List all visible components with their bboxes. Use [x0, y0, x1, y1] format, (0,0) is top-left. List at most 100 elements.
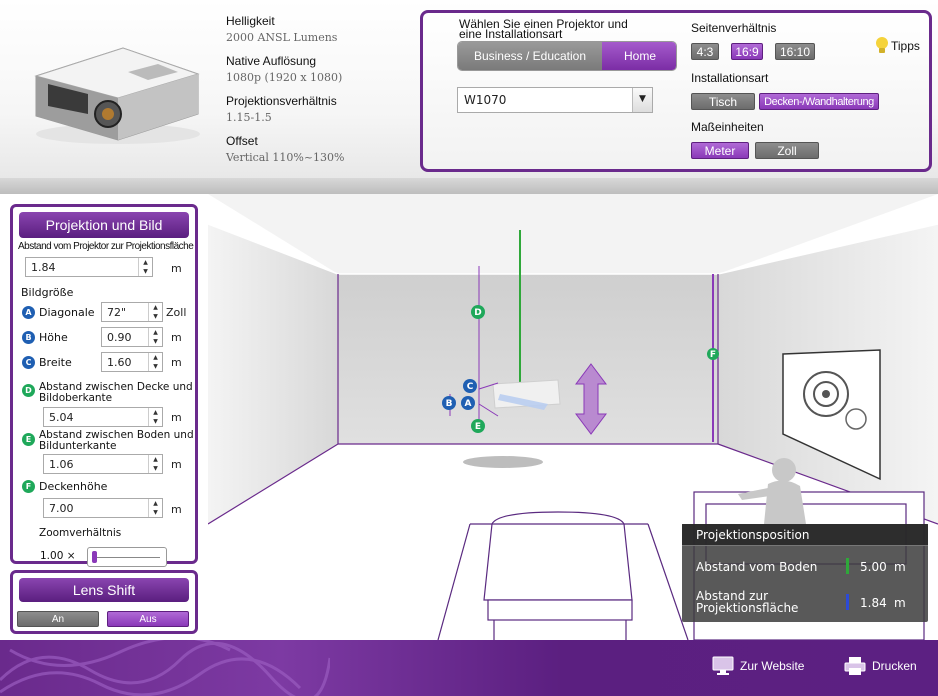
width-input[interactable]: 1.60 ▲ ▼	[101, 352, 163, 372]
zoom-value: 1.00 ×	[40, 550, 76, 562]
stepper-down-icon[interactable]: ▼	[149, 337, 162, 346]
select-title-line2: eine Installationsart	[459, 27, 563, 41]
ceiling-height-label: Deckenhöhe	[39, 480, 108, 493]
header: Helligkeit 2000 ANSL Lumens Native Auflö…	[0, 0, 938, 188]
install-ceiling-wall-button[interactable]: Decken-/Wandhalterung	[759, 93, 879, 110]
segment-home[interactable]: Home	[602, 42, 676, 70]
projector-model-select[interactable]: W1070 ▼	[457, 87, 653, 113]
distance-label: Abstand vom Projektor zur Projektionsflä…	[18, 241, 194, 252]
units-title: Maßeinheiten	[691, 120, 764, 134]
ceiling-top-unit: m	[171, 411, 182, 424]
stepper-down-icon[interactable]: ▼	[149, 312, 162, 321]
print-button-label: Drucken	[872, 659, 917, 673]
scene-marker-d-label: D	[474, 308, 481, 318]
ceiling-height-value: 7.00	[49, 502, 74, 515]
height-stepper[interactable]: ▲ ▼	[148, 328, 162, 346]
width-value: 1.60	[107, 356, 132, 369]
spec-resolution-label: Native Auflösung	[226, 54, 317, 68]
ceiling-top-input[interactable]: 5.04 ▲ ▼	[43, 407, 163, 427]
projector-image	[34, 47, 200, 144]
lens-shift-on-button[interactable]: An	[17, 611, 99, 627]
install-table-button[interactable]: Tisch	[691, 93, 755, 110]
aspect-16-9-button[interactable]: 16:9	[731, 43, 763, 60]
lens-shift-off-button[interactable]: Aus	[107, 611, 189, 627]
spec-brightness-value: 2000 ANSL Lumens	[226, 31, 338, 44]
projection-panel-title: Projektion und Bild	[19, 212, 189, 238]
unit-meter-button[interactable]: Meter	[691, 142, 749, 159]
spec-offset-value: Vertical 110%~130%	[226, 151, 345, 164]
stepper-down-icon[interactable]: ▼	[149, 464, 162, 473]
stepper-up-icon[interactable]: ▲	[149, 303, 162, 312]
floor-bottom-value: 1.06	[49, 458, 74, 471]
aspect-title: Seitenverhältnis	[691, 21, 777, 35]
height-input[interactable]: 0.90 ▲ ▼	[101, 327, 163, 347]
footer-decoration	[0, 640, 330, 696]
lightbulb-icon	[876, 37, 888, 53]
floor-distance-color-bar	[846, 558, 849, 574]
height-value: 0.90	[107, 331, 132, 344]
distance-input[interactable]: 1.84 ▲ ▼	[25, 257, 153, 277]
diagonal-unit: Zoll	[166, 306, 187, 319]
marker-e-icon: E	[22, 433, 35, 446]
screen-distance-value: 1.84	[860, 596, 887, 610]
website-link[interactable]: Zur Website	[712, 656, 804, 676]
marker-a-icon: A	[22, 306, 35, 319]
scene-marker-a-label: A	[465, 399, 472, 409]
ceiling-height-stepper[interactable]: ▲ ▼	[148, 499, 162, 517]
tips-label: Tipps	[891, 39, 920, 53]
config-panel: Wählen Sie einen Projektor und eine Inst…	[420, 10, 932, 172]
header-divider	[0, 178, 938, 194]
image-size-label: Bildgröße	[21, 286, 74, 299]
stepper-up-icon[interactable]: ▲	[149, 499, 162, 508]
projection-panel: Projektion und Bild Abstand vom Projekto…	[10, 204, 198, 567]
tips-button[interactable]: Tipps	[875, 37, 920, 55]
aspect-16-10-button[interactable]: 16:10	[775, 43, 815, 60]
ceiling-top-stepper[interactable]: ▲ ▼	[148, 408, 162, 426]
spec-offset: Offset Vertical 110%~130%	[226, 134, 345, 164]
chevron-down-icon[interactable]: ▼	[632, 88, 652, 112]
spec-resolution: Native Auflösung 1080p (1920 x 1080)	[226, 54, 342, 84]
floor-distance-unit: m	[894, 560, 906, 574]
print-button[interactable]: Drucken	[844, 656, 917, 676]
footer: Zur Website Drucken	[0, 640, 938, 696]
diagonal-stepper[interactable]: ▲ ▼	[148, 303, 162, 321]
unit-inch-button[interactable]: Zoll	[755, 142, 819, 159]
stepper-up-icon[interactable]: ▲	[139, 258, 152, 267]
floor-bottom-input[interactable]: 1.06 ▲ ▼	[43, 454, 163, 474]
stepper-up-icon[interactable]: ▲	[149, 455, 162, 464]
ceiling-top-label-2: Bildoberkante	[39, 392, 113, 404]
segment-business-education[interactable]: Business / Education	[458, 42, 602, 70]
floor-distance-label: Abstand vom Boden	[696, 560, 818, 574]
marker-f-icon: F	[22, 480, 35, 493]
stepper-up-icon[interactable]: ▲	[149, 328, 162, 337]
installation-type-switch: Business / Education Home	[457, 41, 677, 71]
stepper-down-icon[interactable]: ▼	[139, 267, 152, 276]
stepper-down-icon[interactable]: ▼	[149, 508, 162, 517]
spec-ratio: Projektionsverhältnis 1.15-1.5	[226, 94, 337, 124]
diagonal-input[interactable]: 72" ▲ ▼	[101, 302, 163, 322]
projection-position-panel: Projektionsposition Abstand vom Boden 5.…	[682, 524, 928, 622]
marker-b-icon: B	[22, 331, 35, 344]
diagonal-value: 72"	[107, 306, 127, 319]
zoom-slider[interactable]	[87, 547, 167, 567]
back-wall	[338, 274, 718, 444]
distance-value: 1.84	[31, 261, 56, 274]
height-unit: m	[171, 331, 182, 344]
marker-c-icon: C	[22, 356, 35, 369]
spec-ratio-value: 1.15-1.5	[226, 111, 272, 124]
stepper-down-icon[interactable]: ▼	[149, 417, 162, 426]
lens-shift-title: Lens Shift	[19, 578, 189, 602]
stepper-up-icon[interactable]: ▲	[149, 353, 162, 362]
ceiling-height-input[interactable]: 7.00 ▲ ▼	[43, 498, 163, 518]
zoom-slider-thumb[interactable]	[92, 551, 97, 563]
floor-bottom-label-2: Bildunterkante	[39, 440, 117, 452]
distance-stepper[interactable]: ▲ ▼	[138, 258, 152, 276]
install-title: Installationsart	[691, 71, 769, 85]
scene-marker-e-label: E	[475, 422, 481, 432]
stepper-down-icon[interactable]: ▼	[149, 362, 162, 371]
width-stepper[interactable]: ▲ ▼	[148, 353, 162, 371]
floor-bottom-stepper[interactable]: ▲ ▼	[148, 455, 162, 473]
stepper-up-icon[interactable]: ▲	[149, 408, 162, 417]
diagonal-label: Diagonale	[39, 306, 95, 319]
aspect-4-3-button[interactable]: 4:3	[691, 43, 719, 60]
